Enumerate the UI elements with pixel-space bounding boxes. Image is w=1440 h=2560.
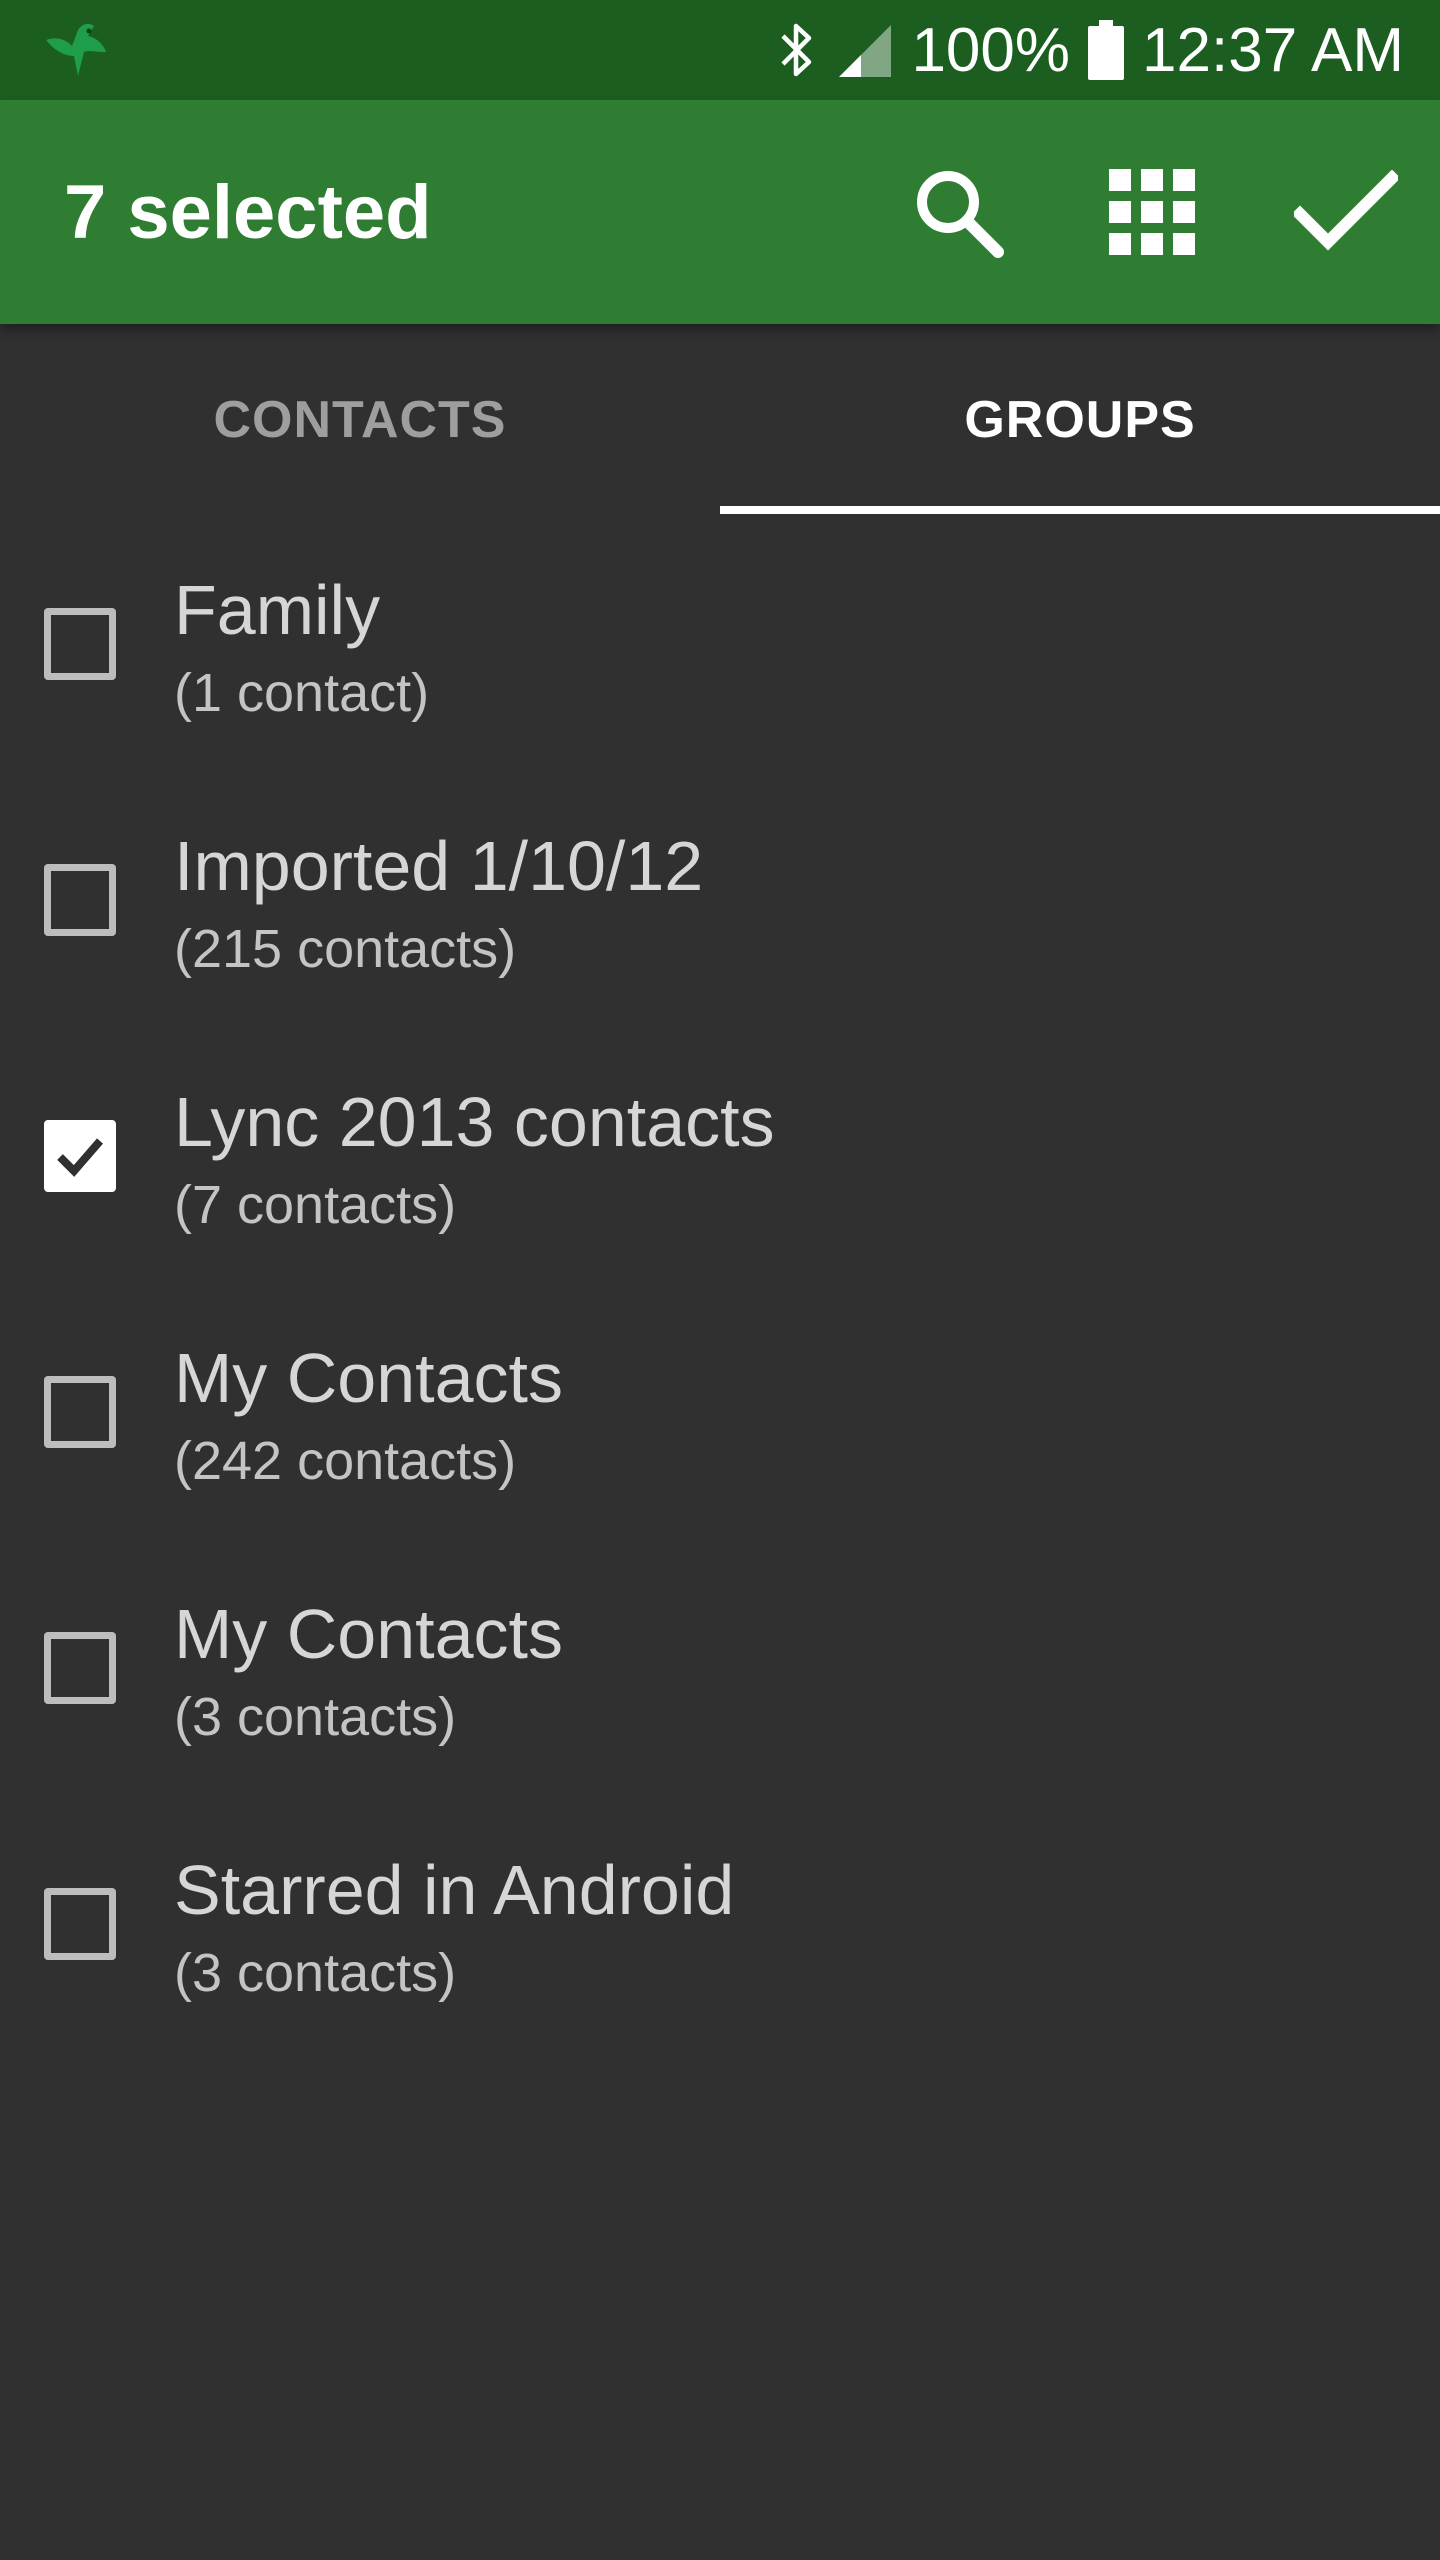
check-icon	[1294, 170, 1398, 251]
list-item[interactable]: Family (1 contact)	[0, 516, 1440, 772]
confirm-button[interactable]	[1286, 152, 1406, 272]
list-item[interactable]: Imported 1/10/12 (215 contacts)	[0, 772, 1440, 1028]
selection-count-title: 7 selected	[64, 169, 432, 255]
group-contact-count: (7 contacts)	[174, 1175, 457, 1235]
group-contact-count: (3 contacts)	[174, 1687, 457, 1747]
group-checkbox[interactable]	[44, 608, 116, 680]
group-name: My Contacts	[174, 1339, 563, 1417]
group-contact-count: (3 contacts)	[174, 1943, 457, 2003]
search-button[interactable]	[898, 152, 1018, 272]
list-item[interactable]: My Contacts (3 contacts)	[0, 1540, 1440, 1796]
group-contact-count: (215 contacts)	[174, 919, 517, 979]
group-name: Family	[174, 571, 381, 649]
group-contact-count: (1 contact)	[174, 663, 430, 723]
group-name: Imported 1/10/12	[174, 827, 704, 905]
app-bar: 7 selected	[0, 100, 1440, 324]
search-icon	[917, 171, 1004, 258]
signal-icon	[839, 25, 892, 77]
clock: 12:37 AM	[1142, 15, 1404, 85]
dialpad-button[interactable]	[1092, 152, 1212, 272]
tab-bar: CONTACTS GROUPS	[0, 324, 1440, 516]
tab-groups[interactable]: GROUPS	[720, 324, 1440, 516]
group-checkbox[interactable]	[44, 864, 116, 936]
bluetooth-icon	[781, 23, 812, 77]
status-bar: 100% 12:37 AM	[0, 0, 1440, 100]
group-contact-count: (242 contacts)	[174, 1431, 517, 1491]
group-name: Lync 2013 contacts	[174, 1083, 775, 1161]
group-checkbox[interactable]	[44, 1376, 116, 1448]
list-item[interactable]: My Contacts (242 contacts)	[0, 1284, 1440, 1540]
tab-contacts[interactable]: CONTACTS	[0, 324, 720, 516]
grid-icon	[1109, 169, 1195, 255]
group-checkbox[interactable]	[44, 1632, 116, 1704]
group-list: Family (1 contact) Imported 1/10/12 (215…	[0, 516, 1440, 2052]
group-name: My Contacts	[174, 1595, 563, 1673]
battery-icon	[1088, 20, 1125, 80]
group-name: Starred in Android	[174, 1851, 735, 1929]
hummingbird-icon	[46, 23, 106, 76]
list-item[interactable]: Starred in Android (3 contacts)	[0, 1796, 1440, 2052]
selected-tab-indicator	[720, 506, 1440, 514]
checkmark-icon	[57, 1138, 104, 1177]
group-checkbox[interactable]	[44, 1120, 116, 1192]
list-item[interactable]: Lync 2013 contacts (7 contacts)	[0, 1028, 1440, 1284]
group-checkbox[interactable]	[44, 1888, 116, 1960]
battery-percentage: 100%	[911, 15, 1071, 85]
